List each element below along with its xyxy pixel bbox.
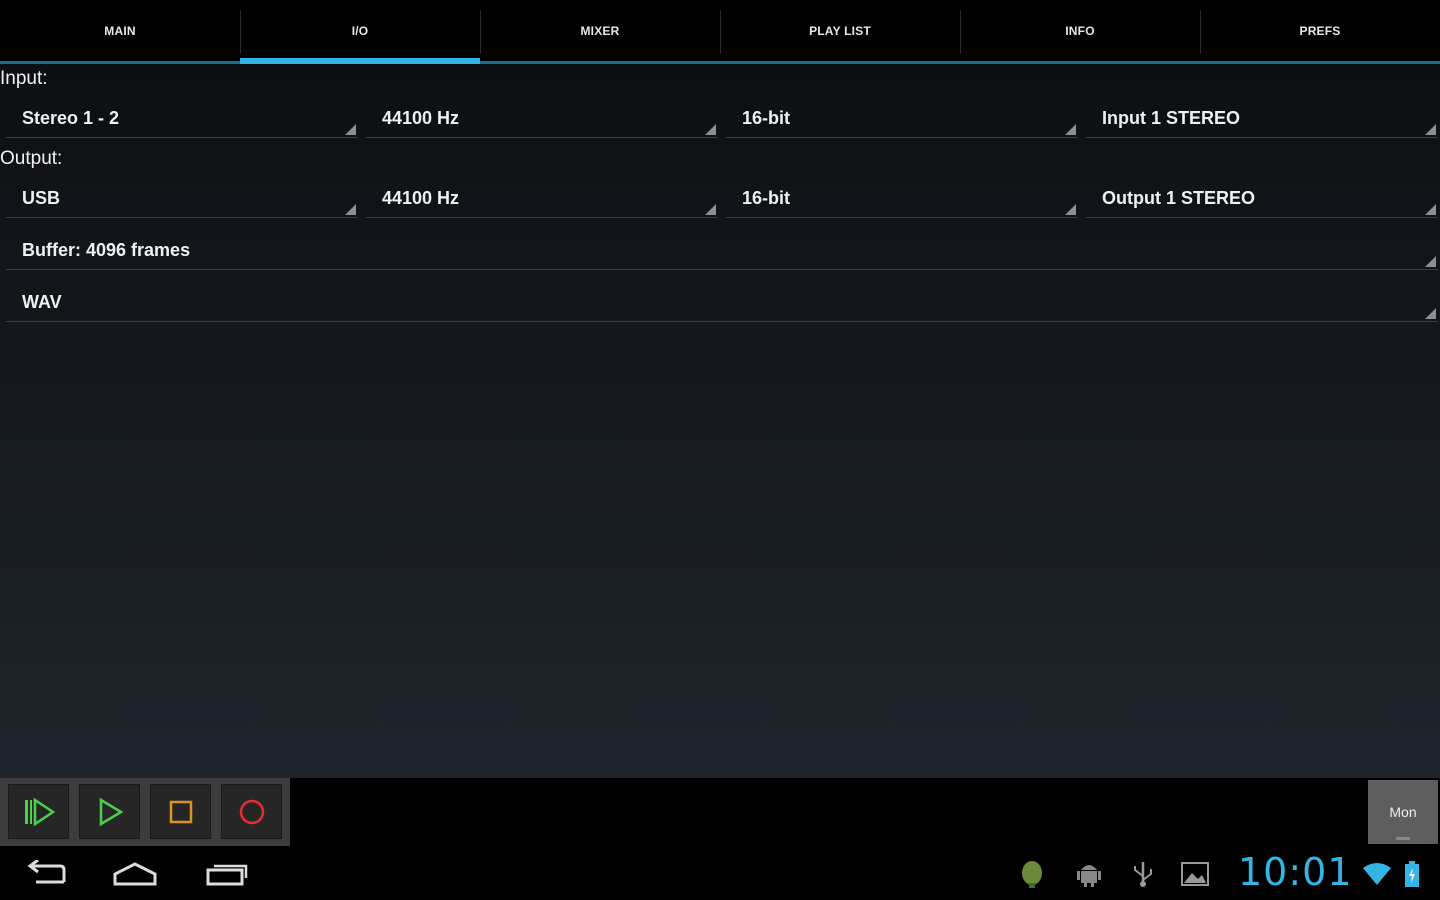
output-bit-depth-value: 16-bit bbox=[742, 187, 791, 208]
wifi-icon bbox=[1362, 862, 1392, 886]
system-bar bbox=[0, 846, 1440, 900]
tab-info[interactable]: INFO bbox=[960, 0, 1200, 61]
output-section-label: Output: bbox=[0, 148, 63, 169]
spinner-corner-icon bbox=[1425, 124, 1436, 135]
status-clock: 10:01 bbox=[1238, 850, 1353, 894]
monitor-button[interactable]: Mon bbox=[1368, 780, 1438, 844]
input-channel-value: Input 1 STEREO bbox=[1102, 107, 1241, 128]
home-icon[interactable] bbox=[112, 860, 158, 888]
output-bit-depth-spinner[interactable]: 16-bit bbox=[726, 178, 1078, 218]
input-device-spinner[interactable]: Stereo 1 - 2 bbox=[6, 98, 358, 138]
input-section-label: Input: bbox=[0, 68, 48, 89]
play-button[interactable] bbox=[79, 784, 140, 839]
back-icon[interactable] bbox=[24, 860, 68, 888]
image-notification-icon[interactable] bbox=[1180, 860, 1210, 888]
spinner-corner-icon bbox=[1065, 124, 1076, 135]
input-sample-rate-value: 44100 Hz bbox=[382, 107, 460, 128]
spinner-corner-icon bbox=[705, 124, 716, 135]
tab-prefs[interactable]: PREFS bbox=[1200, 0, 1440, 61]
spinner-corner-icon bbox=[705, 204, 716, 215]
tab-play-list[interactable]: PLAY LIST bbox=[720, 0, 960, 61]
buffer-value: Buffer: 4096 frames bbox=[22, 239, 191, 260]
play-from-start-icon bbox=[24, 797, 55, 826]
transport-controls bbox=[0, 778, 290, 846]
stop-icon bbox=[169, 800, 192, 823]
output-device-value: USB bbox=[22, 187, 61, 208]
spinner-corner-icon bbox=[345, 124, 356, 135]
notification-app-icon[interactable] bbox=[1018, 858, 1046, 890]
spinner-corner-icon bbox=[1425, 308, 1436, 319]
input-sample-rate-spinner[interactable]: 44100 Hz bbox=[366, 98, 718, 138]
tab-mixer[interactable]: MIXER bbox=[480, 0, 720, 61]
spinner-corner-icon bbox=[345, 204, 356, 215]
output-channel-value: Output 1 STEREO bbox=[1102, 187, 1255, 208]
input-channel-spinner[interactable]: Input 1 STEREO bbox=[1086, 98, 1438, 138]
input-device-value: Stereo 1 - 2 bbox=[22, 107, 120, 128]
record-icon bbox=[239, 799, 264, 824]
spinner-corner-icon bbox=[1065, 204, 1076, 215]
io-panel: Input: Stereo 1 - 2 44100 Hz 16-bit Inpu… bbox=[0, 64, 1440, 778]
battery-icon bbox=[1402, 860, 1422, 888]
usb-icon[interactable] bbox=[1130, 860, 1156, 888]
output-sample-rate-spinner[interactable]: 44100 Hz bbox=[366, 178, 718, 218]
play-icon bbox=[99, 797, 123, 826]
format-value: WAV bbox=[22, 291, 62, 312]
spinner-corner-icon bbox=[1425, 256, 1436, 267]
format-spinner[interactable]: WAV bbox=[6, 282, 1438, 322]
tab-main[interactable]: MAIN bbox=[0, 0, 240, 61]
stop-button[interactable] bbox=[150, 784, 211, 839]
tab-io[interactable]: I/O bbox=[240, 0, 480, 64]
android-debug-icon[interactable] bbox=[1076, 860, 1102, 888]
recent-apps-icon[interactable] bbox=[204, 860, 250, 888]
spinner-corner-icon bbox=[1425, 204, 1436, 215]
tab-bar: MAIN I/O MIXER PLAY LIST INFO PREFS bbox=[0, 0, 1440, 64]
output-sample-rate-value: 44100 Hz bbox=[382, 187, 460, 208]
transport-bar: Mon bbox=[0, 778, 1440, 846]
record-button[interactable] bbox=[221, 784, 282, 839]
output-channel-spinner[interactable]: Output 1 STEREO bbox=[1086, 178, 1438, 218]
output-device-spinner[interactable]: USB bbox=[6, 178, 358, 218]
play-from-start-button[interactable] bbox=[8, 784, 69, 839]
input-bit-depth-value: 16-bit bbox=[742, 107, 791, 128]
buffer-spinner[interactable]: Buffer: 4096 frames bbox=[6, 230, 1438, 270]
input-bit-depth-spinner[interactable]: 16-bit bbox=[726, 98, 1078, 138]
